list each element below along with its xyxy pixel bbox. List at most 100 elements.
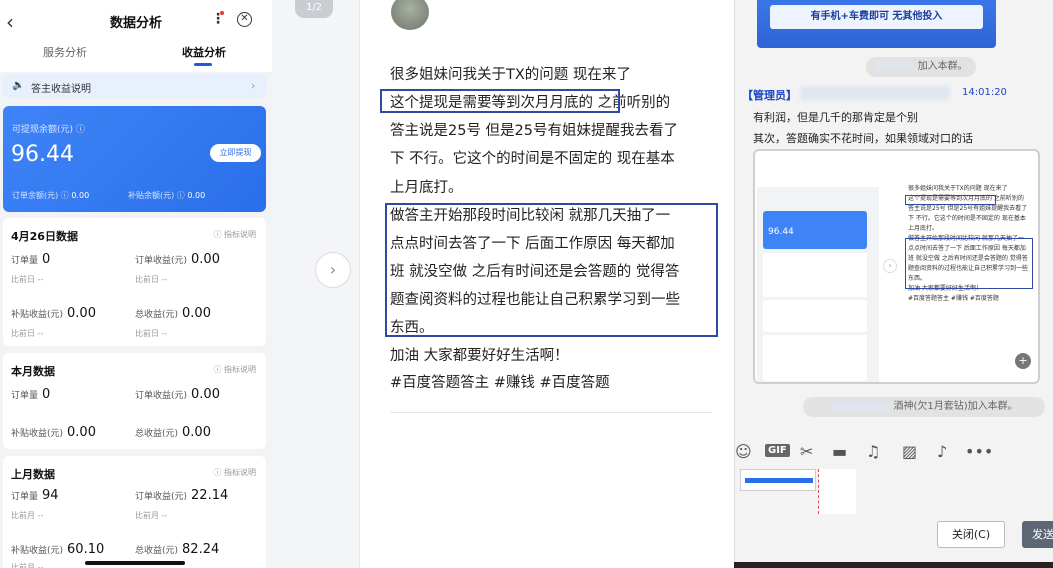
metric-label: 订单量 — [11, 492, 39, 502]
compare-total: 比前日 -- — [135, 328, 167, 339]
thumbnail-header — [757, 153, 879, 187]
post-hashtags[interactable]: #百度答题答主 #赚钱 #百度答题 — [390, 371, 610, 392]
notification-dot — [220, 11, 224, 15]
metric-value: 0.00 — [182, 306, 211, 321]
metrics-help-link[interactable]: ⓘ 指标说明 — [213, 467, 256, 478]
system-join-notice: 加入本群。 — [866, 57, 976, 77]
post-line: 加油 大家都要好好生活啊！ — [390, 348, 569, 364]
compare-value: -- — [37, 563, 44, 568]
metric-label: 订单收益(元) — [135, 256, 188, 266]
chevron-right-icon: › — [251, 79, 256, 92]
send-button[interactable]: 发送 — [1022, 521, 1053, 548]
compare-label: 比前月 — [11, 563, 35, 568]
withdraw-button[interactable]: 立即提现 — [210, 144, 261, 162]
section-month-data: 本月数据 ⓘ 指标说明 订单量 0 订单收益(元) 0.00 补贴收益(元) 0.00… — [3, 353, 266, 449]
highlight-box — [380, 89, 620, 113]
metric-total: 总收益(元) 0.00 — [135, 425, 211, 440]
close-icon[interactable]: ✕ — [237, 12, 252, 27]
compare-income: 比前月 -- — [135, 510, 167, 521]
metric-value: 0 — [42, 252, 51, 267]
metric-value: 0.00 — [67, 306, 96, 321]
metric-label: 补贴收益(元) — [11, 429, 64, 439]
metric-value: 60.10 — [67, 542, 105, 557]
music-icon[interactable]: ♫ — [866, 442, 880, 461]
metric-subsidy: 补贴收益(元) 60.10 — [11, 542, 104, 557]
income-notice-bar[interactable]: 🔈 答主收益说明 › — [3, 74, 267, 98]
metric-label: 订单量 — [11, 391, 39, 401]
redacted-name — [874, 61, 915, 71]
thumbnail-post-line: #百度答题答主 #赚钱 #百度答题 — [908, 295, 999, 302]
image-pager: 1/2 — [295, 0, 333, 18]
metric-order-income: 订单收益(元) 22.14 — [135, 488, 228, 503]
thumbnail-section — [763, 253, 867, 297]
image-icon[interactable]: ▨ — [902, 442, 917, 461]
post-line: 下 不行。它这个的时间是不固定的 现在基本 — [390, 151, 675, 167]
pasted-image-preview[interactable] — [818, 469, 856, 514]
bell-icon[interactable]: ♪ — [937, 442, 947, 461]
compare-orders: 比前月 -- — [11, 510, 43, 521]
tab-service-analysis[interactable]: 服务分析 — [43, 44, 87, 60]
compare-value: -- — [37, 275, 44, 284]
pasted-image-preview[interactable] — [740, 469, 816, 491]
folder-icon[interactable]: ▬ — [832, 442, 847, 461]
chat-message: 其次，答题确实不花时间，如果领域对口的话 — [753, 132, 973, 145]
order-balance: 订单余额(元) ⓘ 0.00 — [12, 190, 89, 201]
section-title: 4月26日数据 — [11, 230, 78, 243]
metric-value: 82.24 — [182, 542, 220, 557]
chat-message: 有利润，但是几千的那肯定是个别 — [753, 111, 918, 124]
scissors-icon[interactable]: ✂ — [800, 442, 813, 461]
more-icon[interactable]: ••• — [965, 442, 993, 461]
compare-value: -- — [161, 511, 168, 520]
metric-value: 22.14 — [191, 488, 229, 503]
compare-subsidy: 比前月 -- — [11, 562, 43, 568]
emoji-icon[interactable]: ☺ — [735, 442, 752, 461]
tab-income-analysis[interactable]: 收益分析 — [182, 44, 226, 60]
active-tab-indicator — [194, 63, 212, 66]
post-line: 上月底打。 — [390, 180, 463, 196]
gif-icon[interactable]: GIF — [765, 444, 790, 457]
metric-orders: 订单量 94 — [11, 488, 59, 503]
close-button[interactable]: 关闭(C) — [937, 521, 1005, 548]
section-daily-data: 4月26日数据 ⓘ 指标说明 订单量 0 订单收益(元) 0.00 比前日 -- 比… — [3, 218, 266, 346]
metric-label: 订单量 — [11, 256, 39, 266]
admin-tag: 【管理员】 — [742, 89, 797, 102]
metric-value: 0.00 — [191, 387, 220, 402]
metric-value: 94 — [42, 488, 59, 503]
metric-orders: 订单量 0 — [11, 252, 50, 267]
thumbnail-phone-view: 96.44 — [757, 153, 879, 382]
metric-order-income: 订单收益(元) 0.00 — [135, 252, 220, 267]
message-time: 14:01:20 — [962, 87, 1007, 98]
thumbnail-post-line: 答主说是25号 但是25号有姐妹提醒我去看了 — [908, 205, 1028, 212]
metric-order-income: 订单收益(元) 0.00 — [135, 387, 220, 402]
viewer-gutter — [272, 0, 360, 568]
highlight-box — [385, 203, 718, 337]
metric-orders: 订单量 0 — [11, 387, 50, 402]
join-notice-text: 加入本群。 — [917, 61, 968, 72]
metric-label: 总收益(元) — [135, 310, 179, 320]
metrics-help-link[interactable]: ⓘ 指标说明 — [213, 229, 256, 240]
zoom-in-icon[interactable]: + — [1015, 353, 1031, 369]
metric-subsidy: 补贴收益(元) 0.00 — [11, 306, 96, 321]
thumbnail-highlight-box — [905, 238, 1033, 289]
metric-subsidy: 补贴收益(元) 0.00 — [11, 425, 96, 440]
metric-total: 总收益(元) 0.00 — [135, 306, 211, 321]
promo-banner-text: 有手机+车费即可 无其他投入 — [770, 5, 983, 29]
home-indicator — [85, 561, 185, 565]
thumbnail-section — [763, 300, 867, 332]
compare-label: 比前月 — [135, 511, 159, 520]
subsidy-balance: 补贴余额(元) ⓘ 0.00 — [128, 190, 205, 201]
compare-value: -- — [161, 275, 168, 284]
metrics-help-link[interactable]: ⓘ 指标说明 — [213, 364, 256, 375]
metric-label: 总收益(元) — [135, 429, 179, 439]
thumbnail-section — [763, 335, 867, 381]
redacted-name — [830, 401, 891, 411]
shared-image-thumbnail[interactable]: 96.44 › 很多姐妹问我关于TX的问题 现在来了 这个提现是需要等到次月月底… — [753, 149, 1040, 384]
metric-label: 总收益(元) — [135, 546, 179, 556]
compare-label: 比前日 — [11, 275, 35, 284]
next-image-button[interactable]: › — [315, 252, 351, 288]
withdraw-amount: 96.44 — [11, 142, 74, 167]
metric-value: 0.00 — [191, 252, 220, 267]
preview-bar — [745, 478, 813, 483]
order-balance-label: 订单余额(元) ⓘ — [12, 191, 69, 200]
metric-total: 总收益(元) 82.24 — [135, 542, 219, 557]
